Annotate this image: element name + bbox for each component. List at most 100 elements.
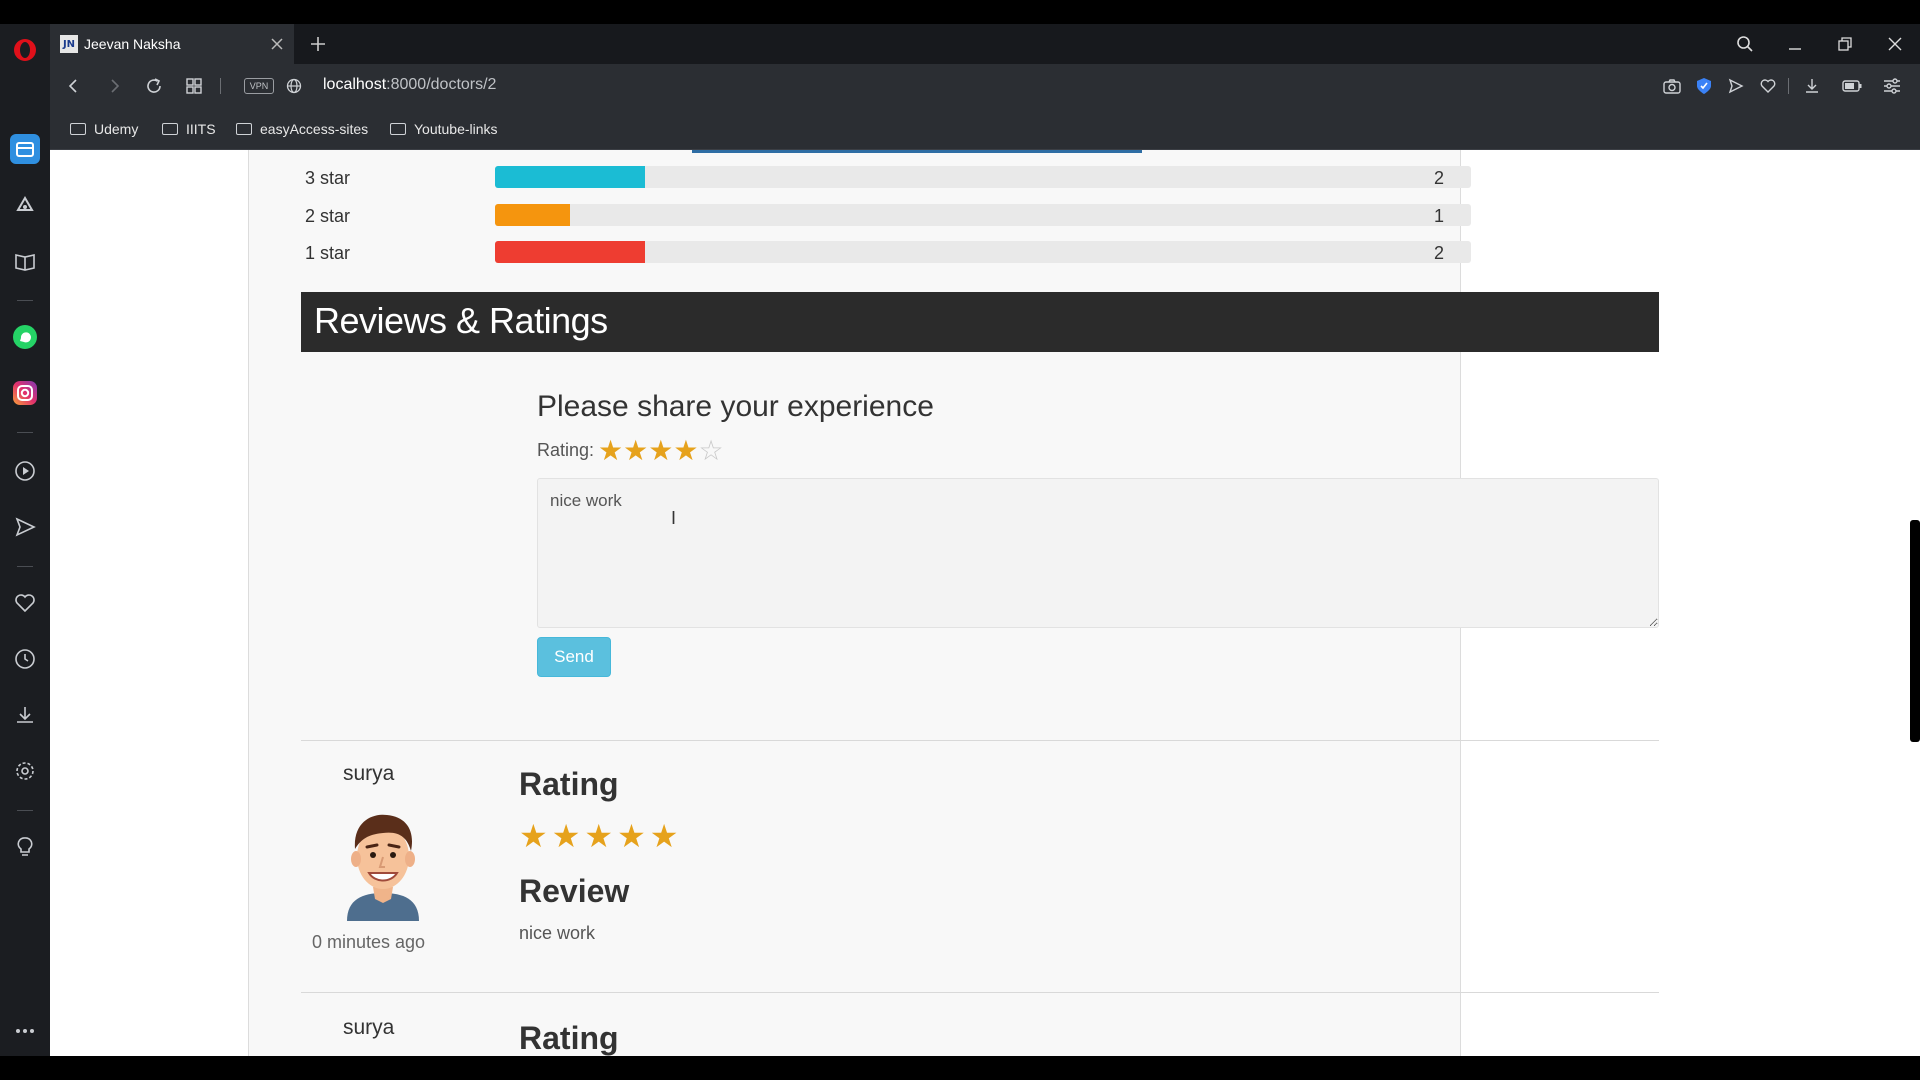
rating-row-fill	[495, 166, 646, 188]
rating-row-count: 2	[1434, 243, 1445, 263]
battery-saver-icon[interactable]	[1840, 74, 1864, 98]
flow-send-icon[interactable]	[1724, 74, 1748, 98]
bookmark-label: easyAccess-sites	[260, 121, 369, 137]
page-viewport: 3 star 2 2 star 1 1 star 2 Reviews & Rat…	[50, 150, 1920, 1056]
text-cursor-icon: I	[671, 508, 677, 528]
browser-sidebar	[0, 24, 50, 1056]
review-text: nice work	[519, 923, 596, 943]
user-avatar	[337, 807, 429, 921]
pinboard-heart-icon[interactable]	[1756, 74, 1780, 98]
star-filled-icon[interactable]: ★	[673, 437, 698, 465]
star-filled-icon[interactable]: ★	[648, 437, 673, 465]
sidebar-separator	[17, 300, 33, 301]
toolbar-separator	[1788, 78, 1789, 94]
sidebar-separator	[17, 566, 33, 567]
screen-bottom-strip	[0, 1056, 1920, 1080]
review-textarea[interactable]: nice work	[537, 478, 1659, 628]
site-info-globe-icon[interactable]	[282, 74, 306, 98]
partial-bar-edge	[692, 150, 1142, 153]
star-filled-icon[interactable]: ★	[598, 437, 623, 465]
reload-icon[interactable]	[142, 74, 166, 98]
forward-icon[interactable]	[102, 74, 126, 98]
bookmark-label: Udemy	[94, 121, 139, 137]
rating-row-track	[495, 241, 1471, 263]
folder-icon	[390, 123, 406, 135]
close-window-icon[interactable]	[1883, 32, 1907, 56]
review-username: surya	[343, 762, 395, 785]
rating-row-count: 1	[1434, 206, 1445, 226]
review-username: surya	[343, 1016, 395, 1039]
tab-bar: JN Jeevan Naksha	[50, 24, 1920, 64]
bookmark-label: Youtube-links	[414, 121, 498, 137]
review-rating-heading: Rating	[519, 766, 619, 802]
tab-close-icon[interactable]	[264, 31, 290, 57]
star-filled-icon: ★	[519, 817, 548, 855]
heart-icon[interactable]	[10, 588, 40, 618]
back-icon[interactable]	[62, 74, 86, 98]
address-bar: VPN localhost:8000/doctors/2	[50, 64, 1920, 108]
snapshot-camera-icon[interactable]	[1660, 74, 1684, 98]
review-timestamp: 0 minutes ago	[312, 932, 426, 952]
rating-row-track	[495, 166, 1471, 188]
url-path: :8000/doctors/2	[386, 76, 497, 93]
tab-grid-icon[interactable]	[182, 74, 206, 98]
bookmarks-icon[interactable]	[10, 246, 40, 276]
tab-title: Jeevan Naksha	[84, 36, 181, 52]
page-container: 3 star 2 2 star 1 1 star 2 Reviews & Rat…	[248, 150, 1659, 1056]
review-rating-heading: Rating	[519, 1020, 619, 1056]
rating-breakdown-row-2-star: 2 star 1	[249, 204, 1471, 228]
minimize-icon[interactable]	[1783, 32, 1807, 56]
new-tab-plus-icon[interactable]	[305, 31, 331, 57]
rating-row-label: 1 star	[305, 243, 351, 263]
star-filled-icon: ★	[551, 817, 581, 855]
rating-breakdown-row-1-star: 1 star 2	[249, 241, 1471, 265]
rating-row-label: 3 star	[305, 168, 351, 188]
history-icon[interactable]	[10, 644, 40, 674]
workspaces-icon[interactable]	[10, 134, 40, 164]
url-field[interactable]: localhost:8000/doctors/2	[323, 76, 496, 94]
opera-logo-icon[interactable]	[10, 35, 40, 65]
search-icon[interactable]	[1733, 32, 1757, 56]
bookmark-folder-easyaccess[interactable]: easyAccess-sites	[236, 119, 368, 139]
review-star-rating: ★ ★ ★ ★ ★	[519, 820, 678, 852]
player-icon[interactable]	[10, 456, 40, 486]
review-review-heading: Review	[519, 873, 630, 909]
adblock-shield-icon[interactable]	[1692, 74, 1716, 98]
ai-icon[interactable]	[10, 190, 40, 220]
screen-top-strip	[0, 0, 1920, 24]
settings-icon[interactable]	[10, 756, 40, 786]
rating-breakdown-row-3-star: 3 star 2	[249, 166, 1471, 190]
share-experience-title: Please share your experience	[537, 390, 934, 423]
star-filled-icon[interactable]: ★	[623, 437, 648, 465]
download-icon[interactable]	[1800, 74, 1824, 98]
bookmark-folder-iiits[interactable]: IIITS	[162, 119, 216, 139]
whatsapp-icon[interactable]	[10, 322, 40, 352]
rating-row-label: 2 star	[305, 206, 351, 226]
folder-icon	[236, 123, 252, 135]
rating-star-input[interactable]: ★ ★ ★ ★ ☆	[598, 437, 724, 465]
easy-setup-icon[interactable]	[1880, 74, 1904, 98]
review-divider	[301, 992, 1659, 993]
active-tab[interactable]: JN Jeevan Naksha	[50, 24, 294, 64]
folder-icon	[162, 123, 178, 135]
instagram-icon[interactable]	[10, 378, 40, 408]
rating-row-count: 2	[1434, 168, 1445, 188]
rating-row-track	[495, 204, 1471, 226]
downloads-icon[interactable]	[10, 700, 40, 730]
bookmark-folder-youtube-links[interactable]: Youtube-links	[390, 119, 498, 139]
bookmark-label: IIITS	[186, 121, 216, 137]
star-filled-icon: ★	[617, 817, 646, 855]
bookmark-folder-udemy[interactable]: Udemy	[70, 119, 138, 139]
send-icon[interactable]	[10, 512, 40, 542]
vpn-badge[interactable]: VPN	[244, 78, 274, 94]
sidebar-separator	[17, 432, 33, 433]
url-host: localhost	[323, 76, 387, 93]
star-filled-icon: ★	[584, 817, 614, 855]
star-empty-icon[interactable]: ☆	[698, 437, 723, 465]
more-icon[interactable]	[10, 1016, 40, 1046]
restore-icon[interactable]	[1833, 32, 1857, 56]
star-filled-icon: ★	[649, 817, 679, 855]
send-button[interactable]: Send	[537, 637, 611, 677]
page-scrollbar-thumb[interactable]	[1910, 520, 1920, 742]
tips-icon[interactable]	[10, 832, 40, 862]
